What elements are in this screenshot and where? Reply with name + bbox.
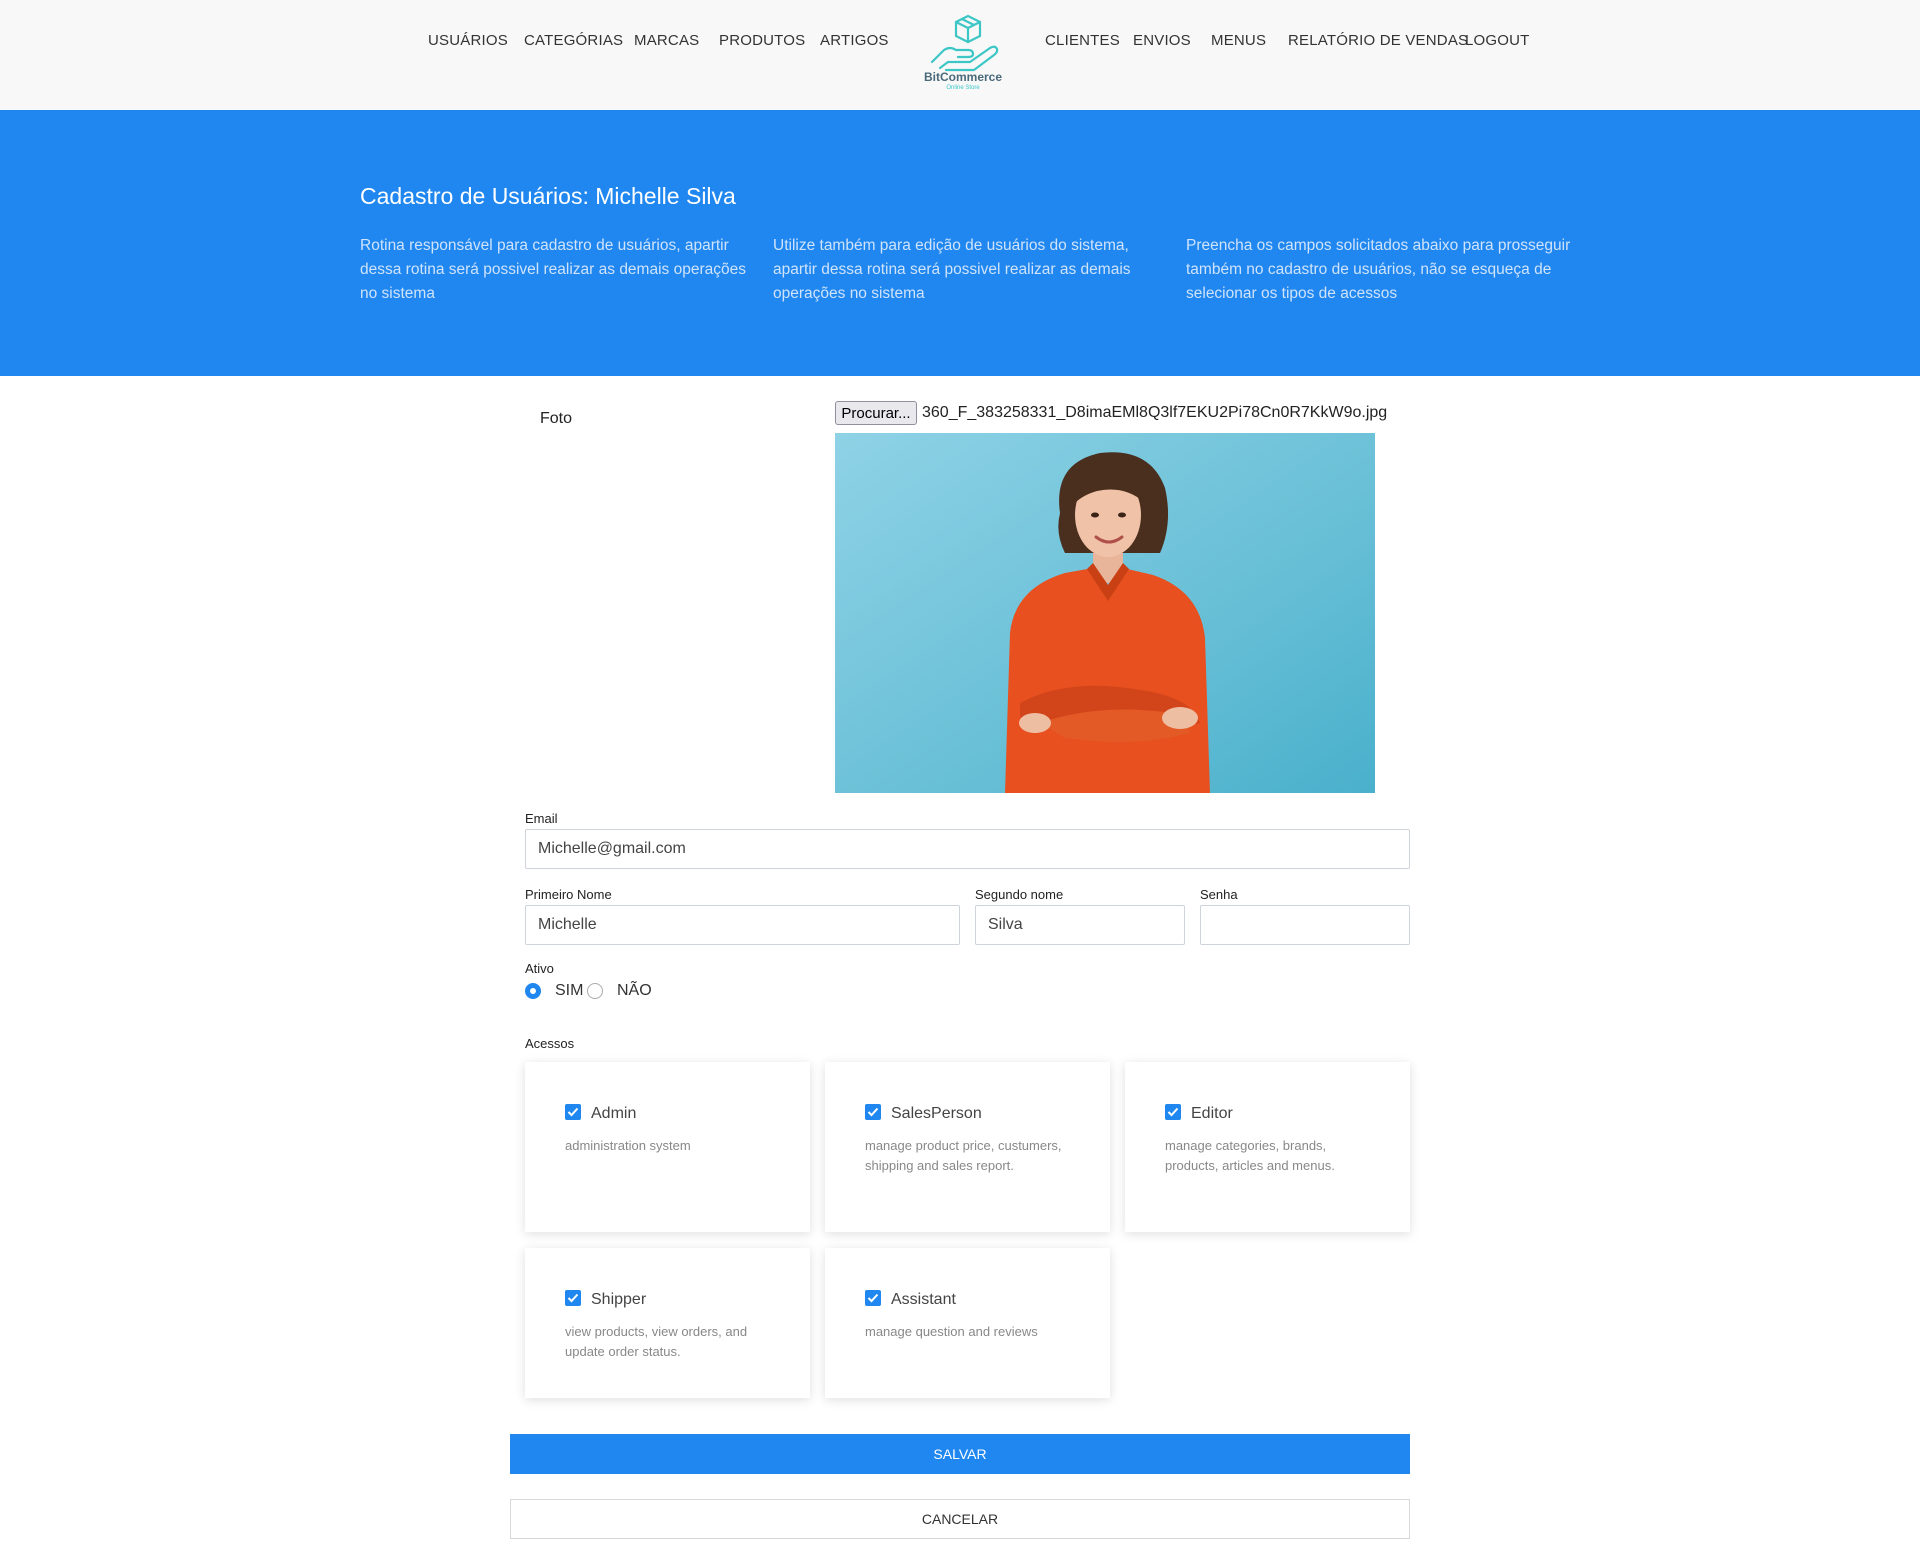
- page-header-banner: Cadastro de Usuários: Michelle Silva Rot…: [0, 110, 1920, 376]
- nav-link-artigos[interactable]: ARTIGOS: [820, 32, 889, 49]
- password-field[interactable]: [1200, 905, 1410, 945]
- role-name: Editor: [1191, 1105, 1233, 1122]
- user-photo-preview: [835, 433, 1375, 793]
- role-name: Admin: [591, 1105, 637, 1122]
- brand-logo[interactable]: BitCommerce Online Store: [918, 12, 1008, 96]
- password-label: Senha: [1200, 887, 1238, 902]
- active-label: Ativo: [525, 961, 554, 976]
- last-name-field[interactable]: [975, 905, 1185, 945]
- role-card-editor[interactable]: Editor manage categories, brands, produc…: [1125, 1062, 1410, 1232]
- hero-description-1: Rotina responsável para cadastro de usuá…: [360, 237, 746, 302]
- logo-name: BitCommerce: [923, 70, 1003, 84]
- hero-description-3: Preencha os campos solicitados abaixo pa…: [1186, 237, 1571, 302]
- nav-link-clientes[interactable]: CLIENTES: [1045, 32, 1120, 49]
- selected-file-name: 360_F_383258331_D8imaEMl8Q3lf7EKU2Pi78Cn…: [922, 404, 1388, 421]
- role-checkbox-salesperson[interactable]: [865, 1104, 881, 1120]
- email-label: Email: [525, 811, 558, 826]
- last-name-label: Segundo nome: [975, 887, 1064, 902]
- role-name: Assistant: [891, 1291, 956, 1308]
- top-navbar: USUÁRIOS CATEGÓRIAS MARCAS PRODUTOS ARTI…: [0, 0, 1920, 110]
- role-card-assistant[interactable]: Assistant manage question and reviews: [825, 1248, 1110, 1398]
- logo-tagline: Online Store: [946, 85, 980, 91]
- nav-link-envios[interactable]: ENVIOS: [1133, 32, 1191, 49]
- email-field[interactable]: [525, 829, 1410, 869]
- role-card-admin[interactable]: Admin administration system: [525, 1062, 810, 1232]
- nav-link-categorias[interactable]: CATEGÓRIAS: [524, 32, 623, 49]
- role-checkbox-admin[interactable]: [565, 1104, 581, 1120]
- role-description: manage categories, brands, products, art…: [1165, 1138, 1335, 1173]
- hero-description-2: Utilize também para edição de usuários d…: [773, 237, 1131, 302]
- nav-link-produtos[interactable]: PRODUTOS: [719, 32, 805, 49]
- nav-link-usuarios[interactable]: USUÁRIOS: [428, 32, 508, 49]
- nav-link-menus[interactable]: MENUS: [1211, 32, 1266, 49]
- browse-file-button[interactable]: Procurar...: [835, 401, 917, 425]
- active-no-label: NÃO: [617, 982, 652, 999]
- first-name-label: Primeiro Nome: [525, 887, 612, 902]
- access-label: Acessos: [525, 1036, 575, 1051]
- role-name: SalesPerson: [891, 1105, 982, 1122]
- role-card-salesperson[interactable]: SalesPerson manage product price, custum…: [825, 1062, 1110, 1232]
- nav-link-logout[interactable]: LOGOUT: [1465, 32, 1530, 49]
- role-name: Shipper: [591, 1291, 647, 1308]
- role-description: manage question and reviews: [865, 1324, 1038, 1339]
- role-card-shipper[interactable]: Shipper view products, view orders, and …: [525, 1248, 810, 1398]
- role-checkbox-shipper[interactable]: [565, 1290, 581, 1306]
- role-checkbox-editor[interactable]: [1165, 1104, 1181, 1120]
- role-checkbox-assistant[interactable]: [865, 1290, 881, 1306]
- hand-holding-box-icon: [930, 14, 999, 72]
- save-button[interactable]: SALVAR: [510, 1434, 1410, 1474]
- first-name-field[interactable]: [525, 905, 960, 945]
- page-title: Cadastro de Usuários: Michelle Silva: [360, 183, 736, 209]
- active-yes-radio[interactable]: [525, 983, 541, 999]
- photo-label: Foto: [540, 410, 573, 427]
- role-description: administration system: [565, 1138, 691, 1153]
- role-description: view products, view orders, and update o…: [565, 1324, 748, 1359]
- active-no-radio[interactable]: [587, 983, 603, 999]
- nav-link-marcas[interactable]: MARCAS: [634, 32, 699, 49]
- nav-link-relatorio-vendas[interactable]: RELATÓRIO DE VENDAS: [1288, 32, 1468, 49]
- role-description: manage product price, custumers, shippin…: [865, 1138, 1062, 1173]
- cancel-button[interactable]: CANCELAR: [510, 1499, 1410, 1539]
- active-yes-label: SIM: [555, 982, 584, 999]
